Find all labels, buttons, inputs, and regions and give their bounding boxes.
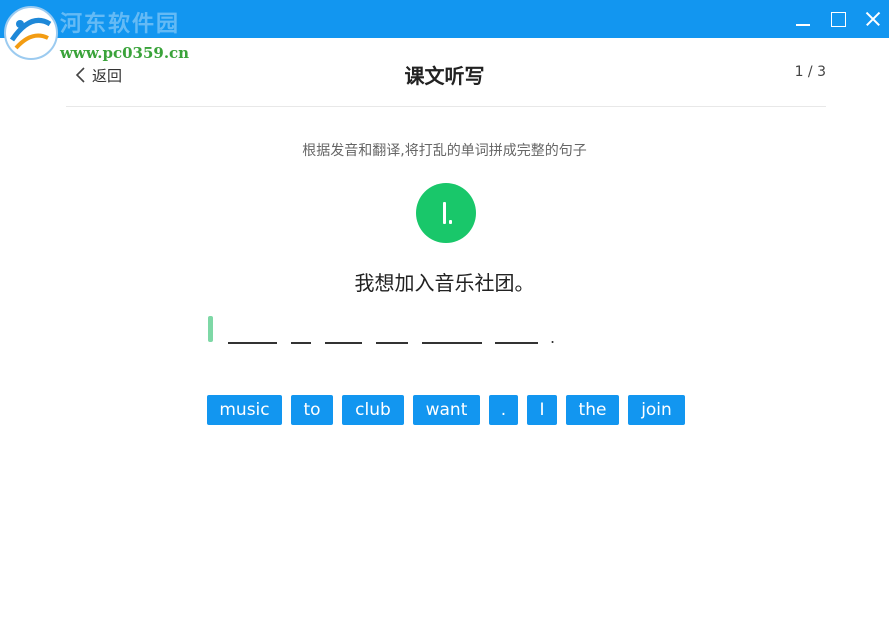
word-chip[interactable]: to (291, 395, 333, 425)
watermark-logo-icon (4, 6, 58, 60)
answer-slot[interactable] (291, 342, 311, 344)
answer-slot[interactable] (228, 342, 277, 344)
word-chip[interactable]: the (566, 395, 619, 425)
answer-slot[interactable] (495, 342, 538, 344)
answer-period: . (550, 328, 556, 347)
close-icon[interactable] (858, 4, 888, 34)
progress-indicator: 1 / 3 (794, 64, 826, 80)
answer-slot[interactable] (422, 342, 482, 344)
play-audio-button[interactable] (416, 183, 476, 243)
minimize-icon[interactable] (788, 4, 818, 34)
translation-sentence: 我想加入音乐社团。 (354, 271, 535, 295)
word-chip[interactable]: join (628, 395, 685, 425)
word-chip[interactable]: I (527, 395, 557, 425)
watermark-site-name: 河东软件园 (60, 11, 181, 37)
word-chip[interactable]: music (207, 395, 282, 425)
answer-slot[interactable] (376, 342, 408, 344)
instruction-text: 根据发音和翻译,将打乱的单词拼成完整的句子 (302, 143, 587, 159)
input-cursor (208, 316, 213, 342)
word-chip[interactable]: club (342, 395, 404, 425)
header-divider (66, 106, 826, 107)
audio-play-icon (443, 202, 446, 224)
word-chip[interactable]: . (489, 395, 518, 425)
page-title: 课文听写 (404, 64, 485, 88)
word-chip[interactable]: want (413, 395, 480, 425)
answer-slot[interactable] (325, 342, 362, 344)
maximize-icon[interactable] (823, 4, 853, 34)
